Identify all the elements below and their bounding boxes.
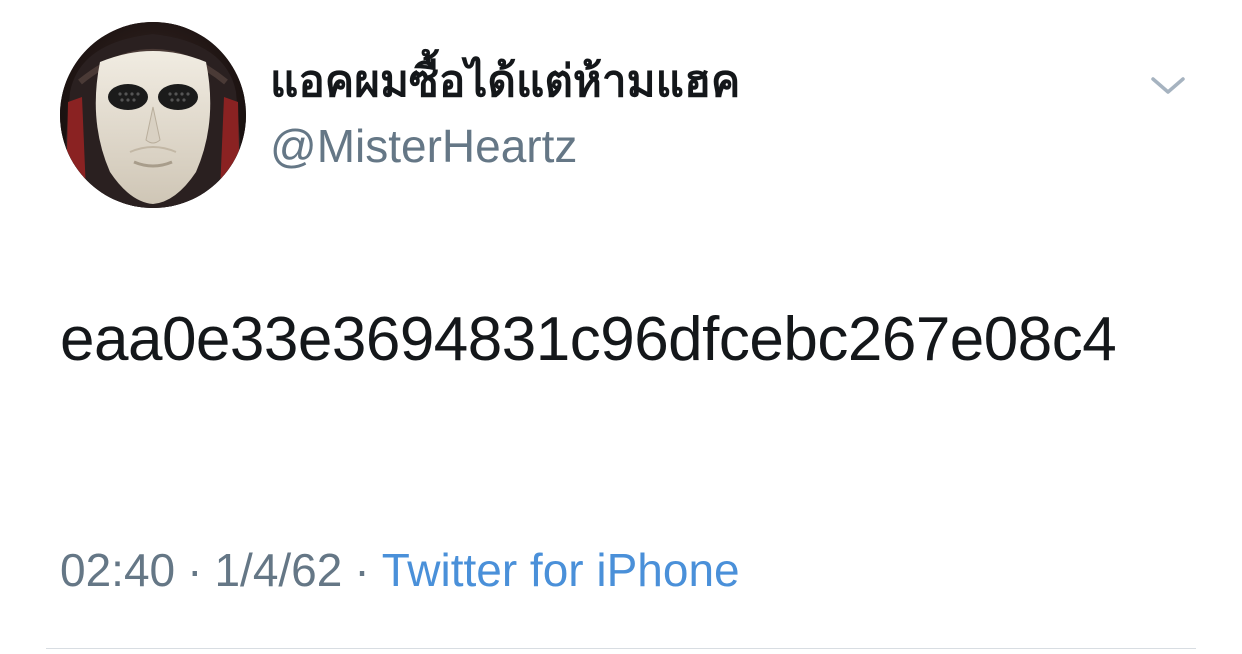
tweet-time[interactable]: 02:40 (60, 544, 175, 596)
avatar[interactable] (60, 22, 246, 208)
user-handle[interactable]: @MisterHeartz (270, 116, 577, 176)
chevron-down-icon (1151, 77, 1185, 94)
tweet-menu-button[interactable] (1148, 66, 1188, 106)
tweet-meta: 02:40 · 1/4/62 · Twitter for iPhone (60, 540, 740, 600)
display-name[interactable]: แอคผมซื้อได้แต่ห้ามแฮค (270, 52, 740, 112)
meta-separator: · (354, 544, 370, 596)
tweet-source-link[interactable]: Twitter for iPhone (382, 544, 740, 596)
divider (46, 648, 1196, 649)
meta-separator: · (187, 544, 203, 596)
tweet-date[interactable]: 1/4/62 (214, 544, 342, 596)
masked-face-avatar (60, 22, 246, 208)
tweet: แอคผมซื้อได้แต่ห้ามแฮค @MisterHeartz eaa… (0, 0, 1242, 654)
tweet-text: eaa0e33e3694831c96dfcebc267e08c4 (60, 305, 1117, 374)
